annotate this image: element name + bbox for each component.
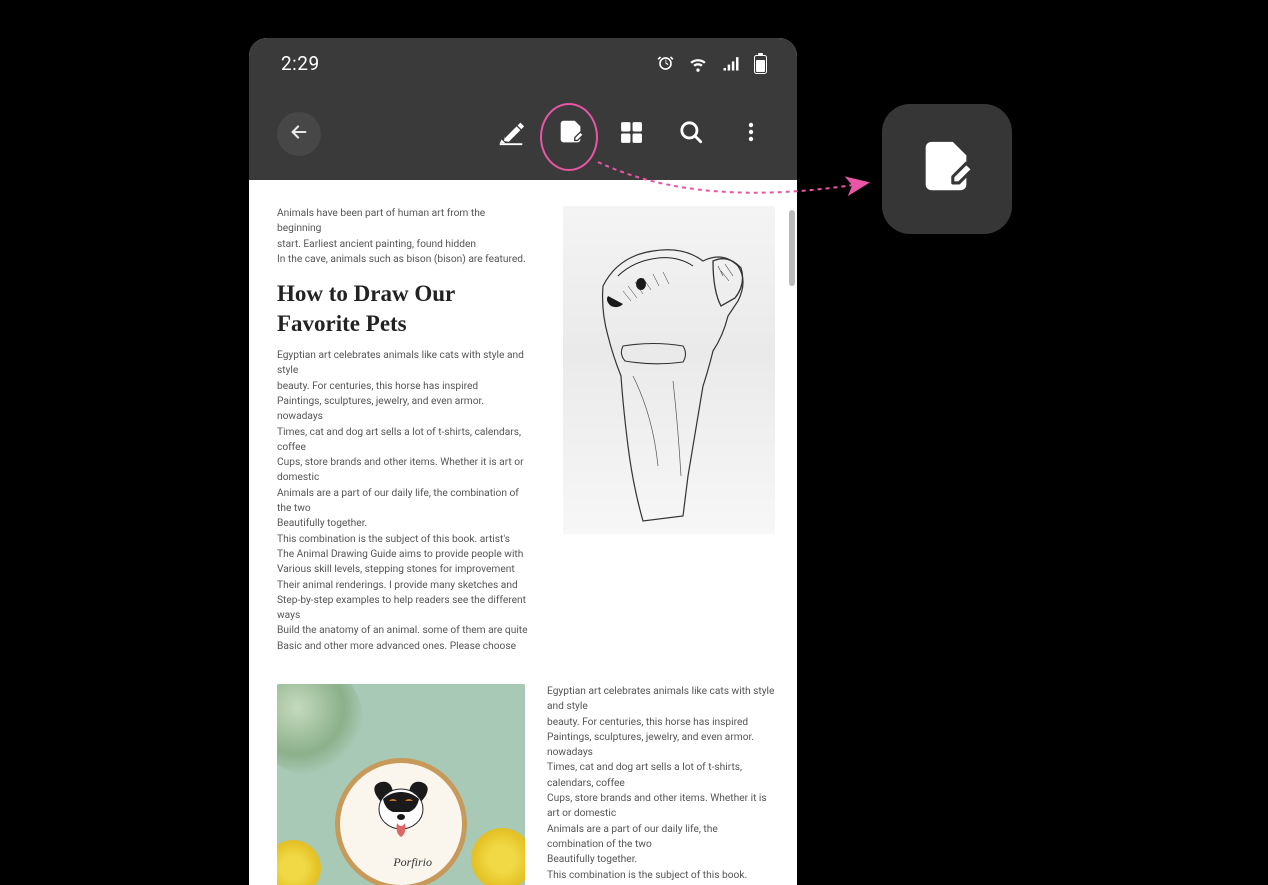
- note-edit-icon: [556, 117, 586, 151]
- text-line: Paintings, sculptures, jewelry, and even…: [277, 394, 529, 425]
- page-title: How to Draw Our Favorite Pets: [277, 279, 529, 338]
- text-line: Animals are a part of our daily life, th…: [547, 822, 775, 853]
- phone-frame: 2:29: [249, 38, 797, 885]
- dog-illustration-svg: [563, 206, 775, 534]
- text-line: In the cave, animals such as bison (biso…: [277, 252, 529, 267]
- text-line: Animals are a part of our daily life, th…: [277, 486, 529, 517]
- scrollbar[interactable]: [789, 210, 795, 286]
- text-line: start. Earliest ancient painting, found …: [277, 237, 529, 252]
- text-line: Beautifully together.: [277, 516, 529, 531]
- text-line: Various skill levels, stepping stones fo…: [277, 562, 529, 577]
- intro-paragraph: Animals have been part of human art from…: [277, 206, 529, 267]
- text-line: This combination is the subject of this …: [547, 868, 775, 885]
- document-content[interactable]: Animals have been part of human art from…: [249, 180, 797, 885]
- status-bar: 2:29: [249, 38, 797, 88]
- status-time: 2:29: [281, 52, 320, 75]
- embroidery-photo: Porfirio: [277, 684, 525, 885]
- text-line: Cups, store brands and other items. Whet…: [547, 791, 775, 822]
- highlighter-button[interactable]: [487, 110, 535, 158]
- body-paragraph: Egyptian art celebrates animals like cat…: [277, 348, 529, 654]
- text-line: Their animal renderings. I provide many …: [277, 578, 529, 593]
- text-line: Times, cat and dog art sells a lot of t-…: [547, 760, 775, 791]
- text-line: Basic and other more advanced ones. Plea…: [277, 639, 529, 654]
- grid-button[interactable]: [607, 110, 655, 158]
- grid-icon: [619, 120, 644, 149]
- callout-tile: [882, 104, 1012, 234]
- search-icon: [678, 119, 704, 149]
- body-paragraph: Egyptian art celebrates animals like cat…: [547, 684, 775, 885]
- text-line: This combination is the subject of this …: [277, 532, 529, 547]
- status-icons: [656, 53, 767, 74]
- alarm-icon: [656, 54, 675, 73]
- more-vertical-icon: [739, 120, 763, 148]
- signal-icon: [721, 53, 741, 73]
- text-line: Times, cat and dog art sells a lot of t-…: [277, 425, 529, 456]
- search-button[interactable]: [667, 110, 715, 158]
- text-line: Paintings, sculptures, jewelry, and even…: [547, 730, 775, 761]
- app-toolbar: [249, 88, 797, 180]
- note-edit-icon: [916, 136, 978, 202]
- text-line: Step-by-step examples to help readers se…: [277, 593, 529, 624]
- signature-text: Porfirio: [393, 853, 432, 871]
- text-line: Animals have been part of human art from…: [277, 206, 529, 237]
- text-line: Beautifully together.: [547, 852, 775, 867]
- wifi-icon: [688, 53, 708, 73]
- dog-face-svg: [361, 777, 441, 847]
- highlighter-icon: [496, 117, 526, 151]
- battery-icon: [754, 53, 767, 74]
- text-line: beauty. For centuries, this horse has in…: [277, 379, 529, 394]
- text-line: Build the anatomy of an animal. some of …: [277, 623, 529, 638]
- text-line: Egyptian art celebrates animals like cat…: [547, 684, 775, 715]
- text-line: beauty. For centuries, this horse has in…: [547, 715, 775, 730]
- text-line: Egyptian art celebrates animals like cat…: [277, 348, 529, 379]
- arrow-left-icon: [288, 121, 310, 147]
- dog-sketch-image: [563, 206, 775, 534]
- text-line: The Animal Drawing Guide aims to provide…: [277, 547, 529, 562]
- annotate-button[interactable]: [547, 110, 595, 158]
- more-button[interactable]: [727, 110, 775, 158]
- back-button[interactable]: [277, 112, 321, 156]
- text-line: Cups, store brands and other items. Whet…: [277, 455, 529, 486]
